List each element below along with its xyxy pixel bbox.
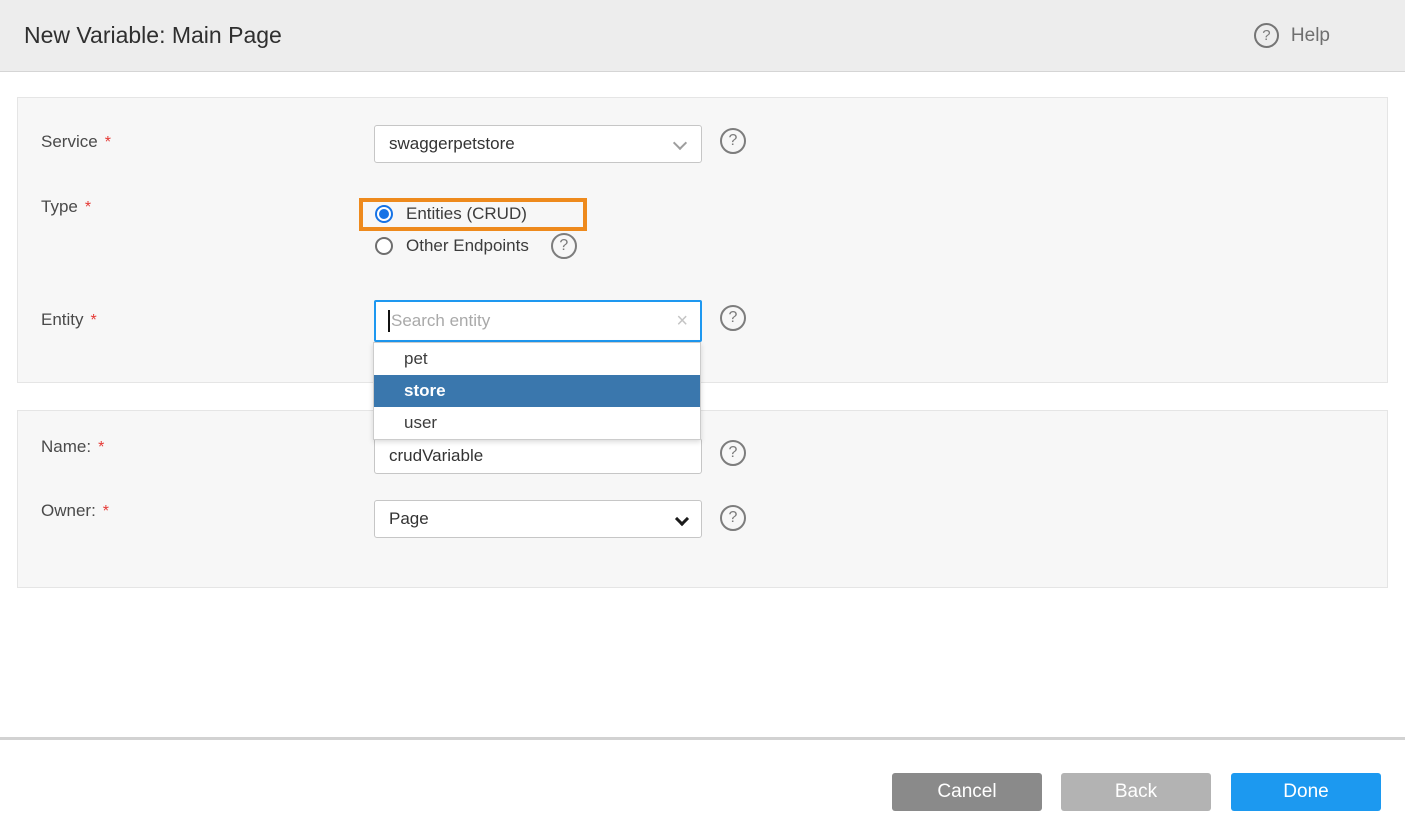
help-icon-glyph: ? xyxy=(1262,27,1270,44)
page-title: New Variable: Main Page xyxy=(24,22,282,49)
dropdown-option-pet[interactable]: pet xyxy=(374,343,700,375)
type-label: Type * xyxy=(41,197,91,217)
owner-select-value: Page xyxy=(389,509,429,529)
footer-divider xyxy=(0,737,1405,740)
question-glyph: ? xyxy=(729,132,738,150)
type-help-icon[interactable]: ? xyxy=(551,233,577,259)
text-cursor xyxy=(388,310,390,332)
service-type-entity-panel: Service * swaggerpetstore ? Type * Entitie… xyxy=(17,97,1388,383)
service-required-asterisk: * xyxy=(105,134,111,151)
owner-label-text: Owner: xyxy=(41,501,96,520)
owner-required-asterisk: * xyxy=(103,503,109,520)
back-button[interactable]: Back xyxy=(1061,773,1211,811)
radio-label-other-endpoints: Other Endpoints xyxy=(406,236,529,256)
name-help-icon[interactable]: ? xyxy=(720,440,746,466)
name-label: Name: * xyxy=(41,437,104,457)
dropdown-option-user[interactable]: user xyxy=(374,407,700,439)
radio-selected-icon[interactable] xyxy=(375,205,393,223)
name-input[interactable]: crudVariable xyxy=(374,438,702,474)
service-select[interactable]: swaggerpetstore xyxy=(374,125,702,163)
service-select-value: swaggerpetstore xyxy=(389,134,515,154)
entity-search-input[interactable]: Search entity × xyxy=(374,300,702,342)
name-label-text: Name: xyxy=(41,437,91,456)
owner-help-icon[interactable]: ? xyxy=(720,505,746,531)
chevron-down-icon xyxy=(675,512,689,526)
name-owner-panel: Name: * crudVariable ? Owner: * Page ? xyxy=(17,410,1388,588)
dropdown-option-store[interactable]: store xyxy=(374,375,700,407)
service-label: Service * xyxy=(41,132,111,152)
question-glyph: ? xyxy=(729,444,738,462)
owner-select[interactable]: Page xyxy=(374,500,702,538)
help-label: Help xyxy=(1291,25,1330,47)
entity-options-dropdown: pet store user xyxy=(373,342,701,440)
entity-required-asterisk: * xyxy=(91,312,97,329)
question-glyph: ? xyxy=(729,309,738,327)
type-required-asterisk: * xyxy=(85,199,91,216)
chevron-down-icon xyxy=(673,136,687,150)
question-glyph: ? xyxy=(559,237,568,255)
name-required-asterisk: * xyxy=(98,439,104,456)
owner-label: Owner: * xyxy=(41,501,109,521)
help-circle-icon: ? xyxy=(1254,23,1279,48)
radio-option-other-endpoints[interactable]: Other Endpoints ? xyxy=(375,233,577,259)
done-button[interactable]: Done xyxy=(1231,773,1381,811)
cancel-button[interactable]: Cancel xyxy=(892,773,1042,811)
type-label-text: Type xyxy=(41,197,78,216)
help-button[interactable]: ? Help xyxy=(1254,23,1330,48)
question-glyph: ? xyxy=(729,509,738,527)
radio-unselected-icon[interactable] xyxy=(375,237,393,255)
dialog-header: New Variable: Main Page ? Help xyxy=(0,0,1405,72)
entity-label: Entity * xyxy=(41,310,97,330)
entity-help-icon[interactable]: ? xyxy=(720,305,746,331)
clear-x-icon[interactable]: × xyxy=(676,311,688,331)
service-help-icon[interactable]: ? xyxy=(720,128,746,154)
name-input-value: crudVariable xyxy=(389,446,483,466)
entity-label-text: Entity xyxy=(41,310,84,329)
entity-search-placeholder: Search entity xyxy=(391,311,676,331)
radio-option-entities-crud[interactable]: Entities (CRUD) xyxy=(375,204,527,224)
service-label-text: Service xyxy=(41,132,98,151)
radio-label-entities: Entities (CRUD) xyxy=(406,204,527,224)
